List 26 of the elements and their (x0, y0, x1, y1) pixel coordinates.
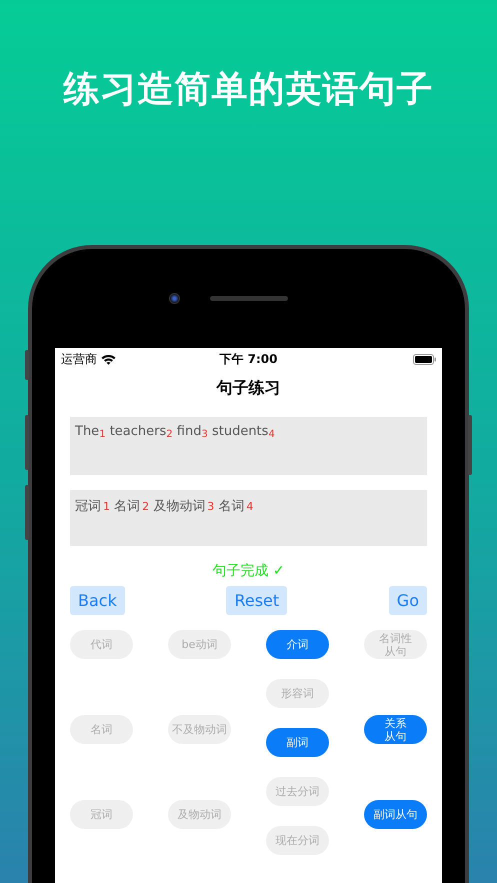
word-type-chip[interactable]: 现在分词 (266, 826, 329, 855)
wifi-icon (101, 354, 116, 364)
word-type-chip[interactable]: 形容词 (266, 679, 329, 708)
word-type-chip[interactable]: 关系 从句 (364, 715, 427, 744)
word-type-chip[interactable]: 及物动词 (168, 800, 231, 829)
clock-time: 下午 7:00 (219, 350, 278, 368)
action-button[interactable]: Back (70, 586, 125, 615)
word-type-chip[interactable]: 名词 (70, 715, 133, 744)
word-type-chip[interactable]: be动词 (168, 630, 231, 659)
action-button[interactable]: Go (388, 586, 427, 615)
screen-title: 句子练习 (215, 377, 282, 399)
completion-message: 句子完成 ✓ (211, 562, 286, 581)
word-type-chip[interactable]: 不及物动词 (168, 715, 231, 744)
battery-icon (413, 354, 436, 364)
word-type-chip[interactable]: 副词 (266, 728, 329, 757)
word-type-chip[interactable]: 名词性 从句 (364, 630, 427, 659)
carrier-label: 运营商 (61, 350, 97, 368)
word-type-chip[interactable]: 过去分词 (266, 777, 329, 806)
headline: 练习造简单的英语句子 (64, 68, 434, 112)
action-button[interactable]: Reset (226, 586, 288, 615)
word-type-chip[interactable]: 代词 (70, 630, 133, 659)
word-type-chip[interactable]: 副词从句 (364, 800, 427, 829)
word-type-chip[interactable]: 介词 (266, 630, 329, 659)
sentence-text: The$_{1}$ teachers$_{2}$ find$_{3}$ students$_{4}$ (75, 424, 275, 439)
word-type-chip[interactable]: 冠词 (70, 800, 133, 829)
camera-icon (169, 293, 180, 304)
